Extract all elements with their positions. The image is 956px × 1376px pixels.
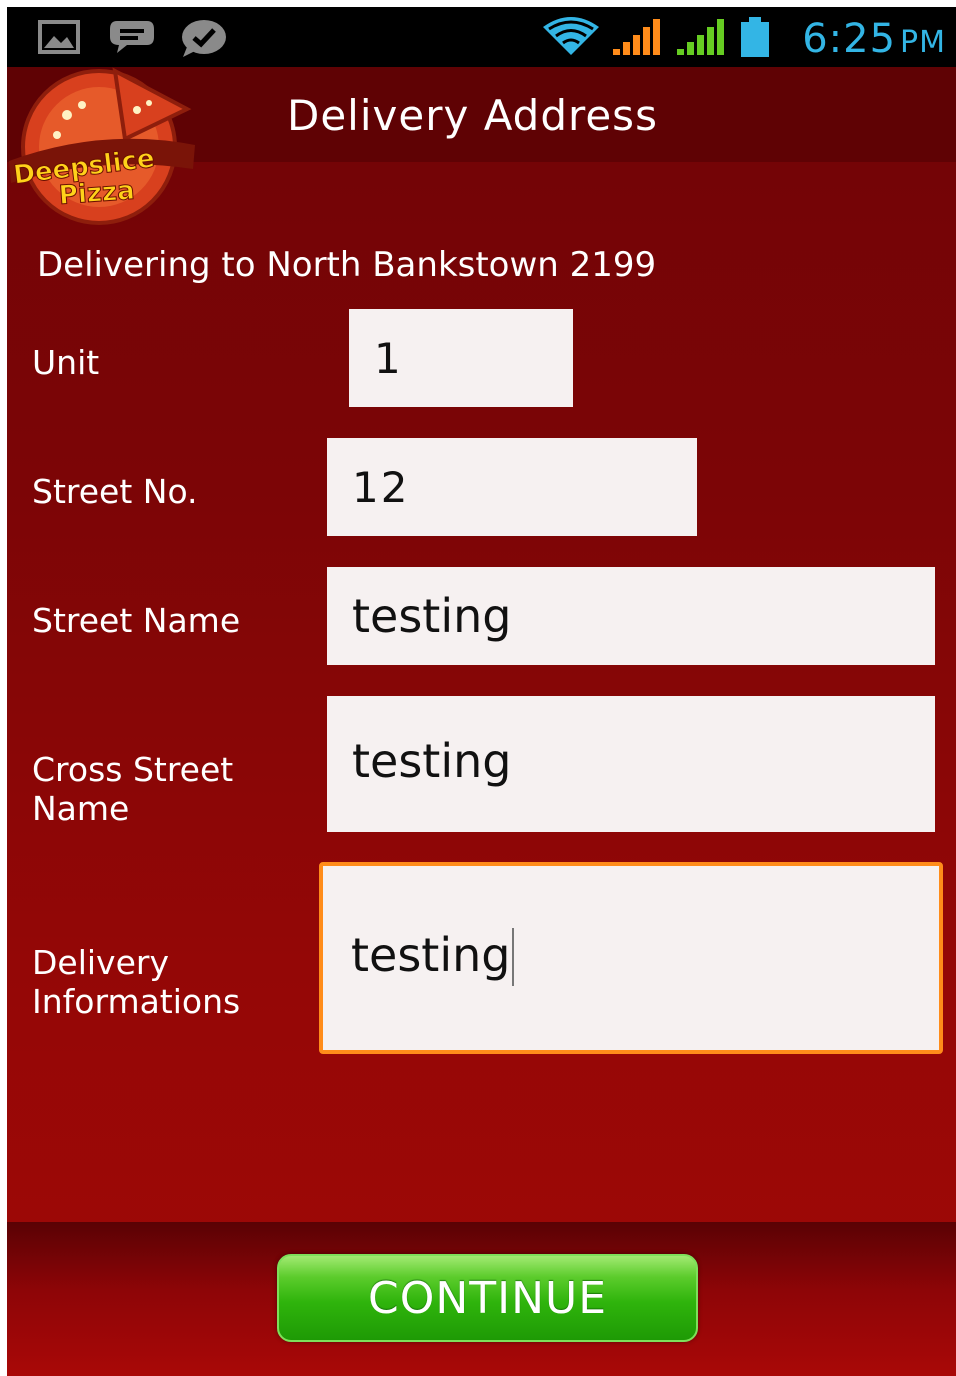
text-caret — [512, 928, 515, 986]
delivery-info-label: Delivery Informations — [32, 943, 240, 1021]
chat-icon — [110, 21, 154, 53]
page-title: Delivery Address — [287, 91, 658, 140]
unit-input[interactable]: 1 — [349, 309, 573, 407]
street-name-input[interactable]: testing — [327, 567, 935, 665]
status-bar: 6:25 PM — [7, 7, 956, 67]
clock-ampm: PM — [900, 25, 946, 60]
delivery-info-input[interactable]: testing — [319, 862, 943, 1054]
clock: 6:25 PM — [802, 16, 946, 62]
signal-icon-2 — [677, 19, 724, 55]
unit-label: Unit — [32, 343, 100, 382]
app-screen: 6:25 PM Delivery Address Deepslice Pizza … — [7, 7, 956, 1376]
continue-button[interactable]: CONTINUE — [277, 1254, 698, 1342]
wifi-icon — [543, 17, 599, 55]
delivery-info-label-line2: Informations — [32, 982, 241, 1021]
street-no-input[interactable]: 12 — [327, 438, 697, 536]
cross-street-label-line1: Cross Street — [32, 750, 234, 789]
delivery-info-label-line1: Delivery — [32, 943, 169, 982]
cross-street-label: Cross Street Name — [32, 750, 233, 828]
street-no-label: Street No. — [32, 472, 198, 511]
check-bubble-icon — [182, 20, 226, 57]
cross-street-label-line2: Name — [32, 789, 130, 828]
cross-street-input[interactable]: testing — [327, 696, 935, 832]
deepslice-pizza-logo: Deepslice Pizza — [9, 67, 195, 225]
svg-text:Pizza: Pizza — [58, 176, 136, 211]
delivery-location-text: Delivering to North Bankstown 2199 — [37, 245, 657, 285]
signal-icon — [613, 19, 660, 55]
battery-icon — [741, 17, 769, 57]
clock-time: 6:25 — [802, 16, 897, 62]
street-name-label: Street Name — [32, 601, 241, 640]
gallery-icon — [38, 20, 80, 54]
delivery-info-value: testing — [351, 928, 511, 982]
